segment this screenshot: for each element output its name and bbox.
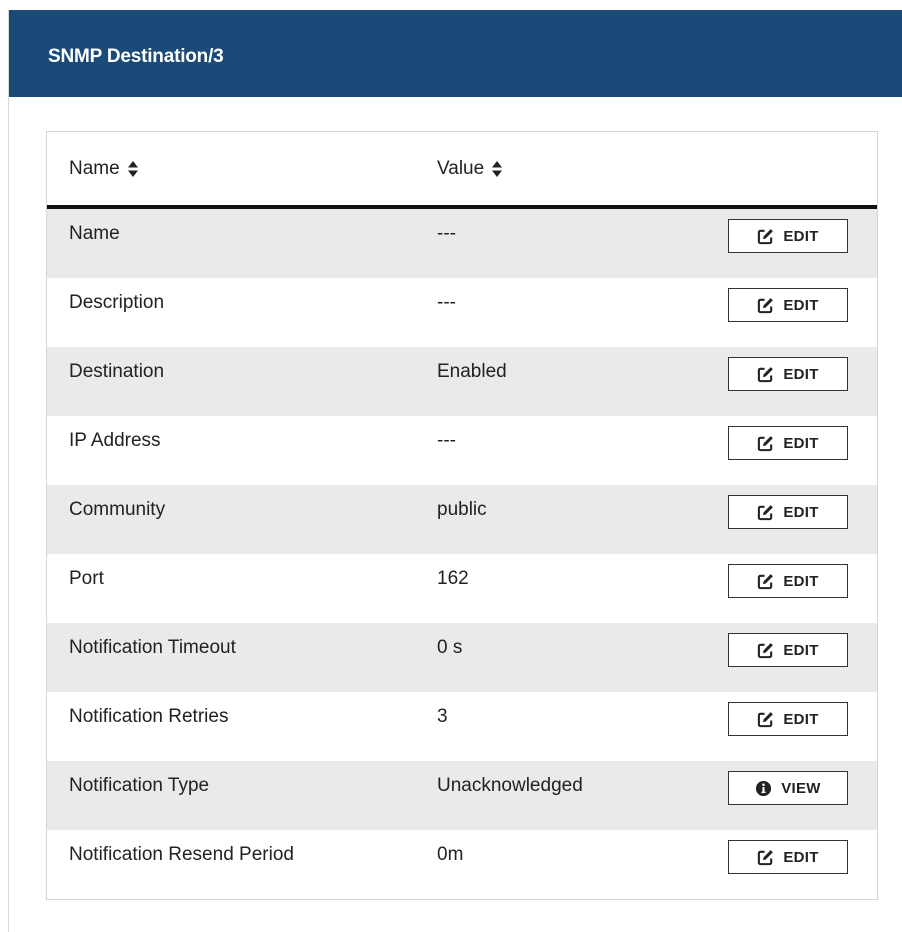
row-value-cell: ---: [437, 223, 456, 244]
edit-button[interactable]: EDIT: [728, 426, 848, 460]
row-name-cell: Description: [69, 292, 165, 313]
edit-button[interactable]: EDIT: [728, 633, 848, 667]
info-icon: [756, 780, 772, 796]
table-row: Name --- EDIT: [47, 209, 877, 278]
sort-icon: [492, 161, 503, 177]
edit-button[interactable]: EDIT: [728, 219, 848, 253]
table-body: Name --- EDIT Description --- EDIT Desti…: [47, 209, 877, 899]
row-value-cell: ---: [437, 292, 456, 313]
edit-button-label: EDIT: [783, 710, 819, 728]
column-header-value[interactable]: Value: [437, 158, 503, 180]
edit-button-label: EDIT: [783, 296, 819, 314]
row-name-cell: Notification Type: [69, 775, 210, 796]
row-name-cell: IP Address: [69, 430, 161, 451]
row-name-cell: Notification Resend Period: [69, 844, 294, 865]
edit-button-label: EDIT: [783, 572, 819, 590]
column-header-name[interactable]: Name: [69, 158, 139, 180]
row-value-cell: ---: [437, 430, 456, 451]
row-value-cell: 162: [437, 568, 469, 589]
edit-icon: [758, 642, 774, 658]
edit-icon: [758, 297, 774, 313]
row-name-cell: Notification Timeout: [69, 637, 236, 658]
table-header: Name Value: [47, 132, 877, 209]
row-name-cell: Name: [69, 223, 120, 244]
sort-icon: [127, 161, 138, 177]
edit-button[interactable]: EDIT: [728, 495, 848, 529]
view-button[interactable]: VIEW: [728, 771, 848, 805]
row-value-cell: public: [437, 499, 487, 520]
edit-icon: [758, 849, 774, 865]
edit-button-label: EDIT: [783, 365, 819, 383]
panel-title: SNMP Destination/3: [48, 46, 224, 67]
row-value-cell: 0 s: [437, 637, 463, 658]
edit-icon: [758, 228, 774, 244]
row-name-cell: Port: [69, 568, 104, 589]
row-name-cell: Community: [69, 499, 166, 520]
panel-header: SNMP Destination/3: [9, 10, 902, 97]
edit-icon: [758, 711, 774, 727]
row-value-cell: Enabled: [437, 361, 507, 382]
edit-button-label: EDIT: [783, 503, 819, 521]
edit-icon: [758, 366, 774, 382]
row-value-cell: 3: [437, 706, 448, 727]
table-row: Notification Resend Period 0m EDIT: [47, 830, 877, 899]
row-name-cell: Destination: [69, 361, 165, 382]
edit-icon: [758, 573, 774, 589]
edit-icon: [758, 435, 774, 451]
column-header-value-label: Value: [437, 158, 485, 179]
row-value-cell: 0m: [437, 844, 464, 865]
snmp-destination-panel: SNMP Destination/3 Name Value Name --- E…: [8, 10, 902, 932]
edit-button[interactable]: EDIT: [728, 702, 848, 736]
edit-button[interactable]: EDIT: [728, 357, 848, 391]
edit-button-label: EDIT: [783, 641, 819, 659]
edit-icon: [758, 504, 774, 520]
edit-button-label: EDIT: [783, 434, 819, 452]
view-button-label: VIEW: [781, 779, 821, 797]
row-value-cell: Unacknowledged: [437, 775, 583, 796]
row-name-cell: Notification Retries: [69, 706, 229, 727]
edit-button[interactable]: EDIT: [728, 840, 848, 874]
column-header-name-label: Name: [69, 158, 120, 179]
edit-button[interactable]: EDIT: [728, 288, 848, 322]
edit-button-label: EDIT: [783, 848, 819, 866]
edit-button[interactable]: EDIT: [728, 564, 848, 598]
table-row: Destination Enabled EDIT: [47, 347, 877, 416]
properties-table: Name Value Name --- EDIT Description ---…: [46, 131, 878, 900]
edit-button-label: EDIT: [783, 227, 819, 245]
